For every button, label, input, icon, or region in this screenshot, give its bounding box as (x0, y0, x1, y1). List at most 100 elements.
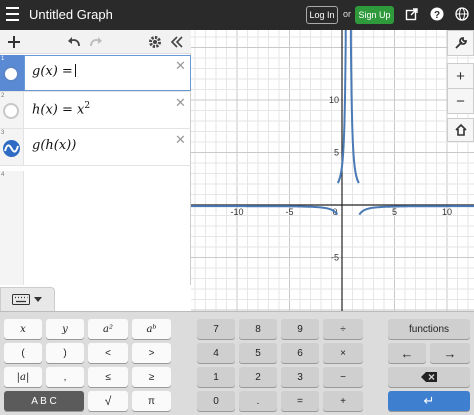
expression-row-3[interactable]: 3 g(h(x)) ✕ (0, 129, 191, 166)
key-6[interactable]: 6 (281, 343, 319, 363)
key-divide[interactable]: ÷ (323, 319, 363, 339)
key-minus[interactable]: − (323, 367, 363, 387)
tick-label: 5 (392, 207, 397, 217)
wrench-icon[interactable] (447, 30, 474, 56)
key-0[interactable]: 0 (197, 391, 235, 411)
backspace-button[interactable] (388, 367, 470, 387)
key-label: x (20, 323, 26, 335)
key-pi[interactable]: π (132, 391, 171, 411)
delete-expression-icon[interactable]: ✕ (175, 95, 186, 111)
key-abs[interactable]: |a| (4, 367, 42, 387)
tick-label: -10 (230, 207, 243, 217)
key-x[interactable]: x (4, 319, 42, 339)
key-comma[interactable]: , (46, 367, 84, 387)
abc-button[interactable]: A B C (4, 391, 84, 411)
graph-title[interactable]: Untitled Graph (29, 7, 113, 22)
share-icon[interactable] (405, 7, 419, 21)
expression-list: 1 g(x) = ✕ 2 h(x) = x2 ✕ 3 g(h(x)) ✕ 4 (0, 30, 191, 285)
menu-icon[interactable] (6, 7, 19, 21)
expression-color-icon[interactable] (3, 103, 19, 119)
key-greater-equal[interactable]: ≥ (132, 367, 171, 387)
expression-number: 3 (1, 130, 5, 136)
expression-text: g(x) = (32, 64, 73, 79)
zoom-out-button[interactable]: − (447, 88, 474, 114)
delete-expression-icon[interactable]: ✕ (175, 132, 186, 148)
key-less-equal[interactable]: ≤ (88, 367, 128, 387)
expression-number: 1 (1, 56, 5, 62)
arrow-left-button[interactable]: ← (388, 343, 426, 363)
key-greater-than[interactable]: > (132, 343, 171, 363)
key-multiply[interactable]: × (323, 343, 363, 363)
tick-label: 10 (329, 95, 339, 105)
key-less-than[interactable]: < (88, 343, 128, 363)
login-button[interactable]: Log In (306, 6, 338, 24)
home-icon[interactable] (447, 118, 474, 142)
enter-button[interactable]: ↵ (388, 391, 470, 411)
collapse-icon[interactable] (169, 34, 185, 50)
key-close-paren[interactable]: ) (46, 343, 84, 363)
key-a-power-b[interactable]: aᵇ (132, 319, 171, 339)
tick-label: -5 (331, 253, 339, 263)
functions-button[interactable]: functions (388, 319, 470, 339)
curve-branch (191, 205, 339, 216)
wave-icon[interactable] (3, 140, 20, 157)
graph-plot[interactable]: -10 -5 0 5 10105-5 (191, 30, 474, 315)
exponent: 2 (84, 101, 91, 111)
key-label: y (62, 323, 68, 335)
expression-row-1[interactable]: 1 g(x) = ✕ (0, 55, 191, 92)
help-icon[interactable]: ? (430, 7, 444, 21)
key-plus[interactable]: + (323, 391, 363, 411)
key-label: a² (103, 323, 113, 335)
expression-toolbar (0, 30, 191, 54)
add-icon[interactable] (6, 34, 22, 50)
curve-branch (358, 205, 474, 216)
expression-text: g(h(x)) (32, 138, 77, 153)
redo-icon[interactable] (88, 34, 104, 50)
globe-icon[interactable] (455, 7, 469, 21)
chevron-down-icon (34, 297, 42, 302)
key-9[interactable]: 9 (281, 319, 319, 339)
curve-branch (349, 30, 360, 184)
expression-input[interactable]: h(x) = x2 (32, 101, 90, 117)
undo-icon[interactable] (66, 34, 82, 50)
key-sqrt[interactable]: √ (88, 391, 128, 411)
key-y[interactable]: y (46, 319, 84, 339)
expression-number: 2 (1, 93, 5, 99)
backspace-icon (421, 372, 437, 382)
delete-expression-icon[interactable]: ✕ (175, 58, 186, 74)
expression-input[interactable]: g(x) = (32, 64, 76, 79)
key-equals[interactable]: = (281, 391, 319, 411)
key-3[interactable]: 3 (281, 367, 319, 387)
svg-text:?: ? (434, 10, 440, 21)
top-bar: Untitled Graph Log In or Sign Up ? (0, 0, 474, 30)
key-4[interactable]: 4 (197, 343, 235, 363)
arrow-right-button[interactable]: → (430, 343, 470, 363)
keyboard-icon (12, 294, 30, 305)
tick-label: 10 (442, 207, 452, 217)
key-8[interactable]: 8 (239, 319, 277, 339)
key-1[interactable]: 1 (197, 367, 235, 387)
expression-row-2[interactable]: 2 h(x) = x2 ✕ (0, 92, 191, 129)
expression-color-icon[interactable] (3, 66, 19, 82)
key-7[interactable]: 7 (197, 319, 235, 339)
key-a-squared[interactable]: a² (88, 319, 128, 339)
expression-input[interactable]: g(h(x)) (32, 138, 76, 153)
text-cursor (74, 64, 76, 77)
math-keypad: x y a² aᵇ 7 8 9 ÷ functions ( ) < > 4 5 … (0, 311, 474, 415)
keyboard-toggle[interactable] (0, 287, 55, 311)
expression-gutter: 3 (0, 129, 24, 165)
settings-icon[interactable] (147, 34, 163, 50)
expression-gutter: 2 (0, 92, 24, 128)
key-open-paren[interactable]: ( (4, 343, 42, 363)
expression-gutter: 1 (0, 55, 24, 91)
signup-button[interactable]: Sign Up (355, 6, 394, 24)
or-text: or (343, 9, 352, 19)
key-label: |a| (16, 371, 30, 383)
zoom-in-button[interactable]: + (447, 63, 474, 89)
expression-text: h(x) = x (32, 102, 85, 118)
key-label: aᵇ (146, 323, 157, 335)
key-2[interactable]: 2 (239, 367, 277, 387)
graph-canvas[interactable]: -10 -5 0 5 10 10 5 -5 (191, 30, 474, 315)
key-5[interactable]: 5 (239, 343, 277, 363)
key-decimal[interactable]: . (239, 391, 277, 411)
